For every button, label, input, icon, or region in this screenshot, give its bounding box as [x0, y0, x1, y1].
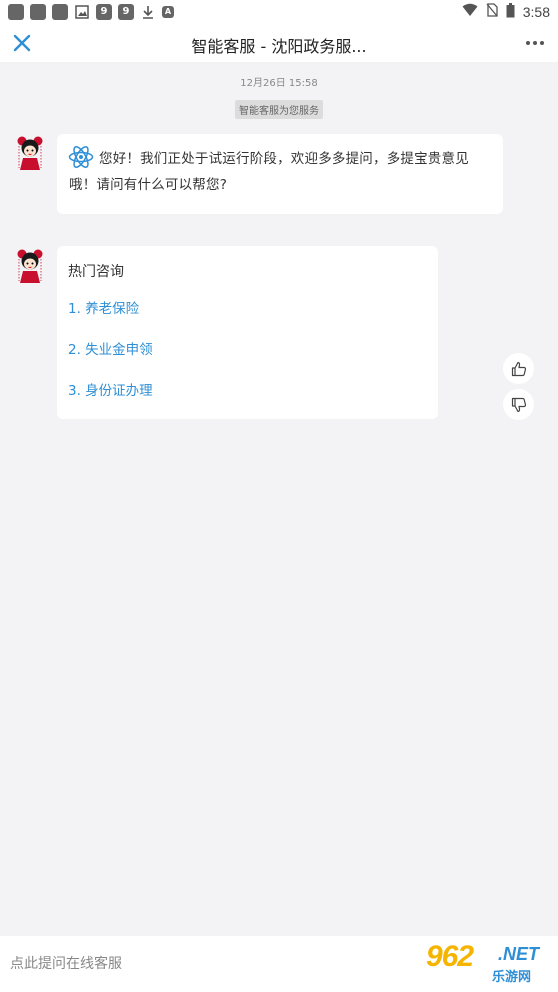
status-bar: 9 9 A 3:58 — [0, 0, 558, 24]
thumbs-down-icon — [511, 397, 526, 412]
status-time: 3:58 — [522, 4, 550, 20]
faq-link-id-card[interactable]: 3. 身份证办理 — [68, 379, 153, 399]
more-button[interactable] — [526, 33, 544, 53]
font-icon: A — [162, 6, 174, 18]
watermark-text: 乐游网 — [492, 970, 532, 985]
page-title: 智能客服 - 沈阳政务服... — [191, 37, 367, 56]
app-header: 智能客服 - 沈阳政务服... — [0, 24, 558, 62]
nine-icon: 9 — [118, 4, 134, 20]
greeting-message: 您好！我们正处于试运行阶段，欢迎多多提问，多提宝贵意见哦！请问有什么可以帮您? — [57, 134, 503, 214]
input-bar: 962 .NET 乐游网 — [0, 936, 558, 992]
status-right: 3:58 — [462, 2, 550, 22]
faq-link-unemployment[interactable]: 2. 失业金申领 — [68, 338, 153, 358]
watermark-suffix: .NET — [498, 944, 540, 964]
question-input[interactable] — [0, 936, 400, 992]
bot-avatar — [16, 136, 44, 170]
more-icon-dot — [540, 41, 544, 45]
app-icon — [8, 4, 24, 20]
app-icon — [30, 4, 46, 20]
watermark-number: 962 — [426, 940, 474, 973]
bot-avatar — [16, 249, 44, 283]
no-sim-icon — [486, 3, 498, 21]
more-icon-dot — [533, 41, 537, 45]
dislike-button[interactable] — [503, 389, 534, 420]
greeting-text: 您好！我们正处于试运行阶段，欢迎多多提问，多提宝贵意见哦！请问有什么可以帮您? — [69, 151, 469, 193]
hot-questions-title: 热门咨询 — [68, 264, 124, 280]
wifi-icon — [462, 3, 478, 21]
image-icon — [74, 4, 90, 20]
chat-timestamp: 12月26日 15:58 — [240, 78, 318, 89]
app-icon — [52, 4, 68, 20]
system-notice-badge: 智能客服为您服务 — [235, 100, 323, 119]
site-watermark-logo: 962 .NET 乐游网 — [418, 940, 554, 988]
nine-icon: 9 — [96, 4, 112, 20]
hot-questions-message: 热门咨询 1. 养老保险 2. 失业金申领 3. 身份证办理 — [57, 246, 438, 419]
thumbs-up-icon — [511, 361, 526, 376]
faq-link-pension[interactable]: 1. 养老保险 — [68, 297, 139, 317]
like-button[interactable] — [503, 353, 534, 384]
battery-icon — [506, 2, 515, 22]
status-left-icons: 9 9 A — [8, 4, 174, 20]
atom-icon — [68, 146, 94, 168]
more-icon — [526, 41, 530, 45]
download-icon — [140, 4, 156, 20]
